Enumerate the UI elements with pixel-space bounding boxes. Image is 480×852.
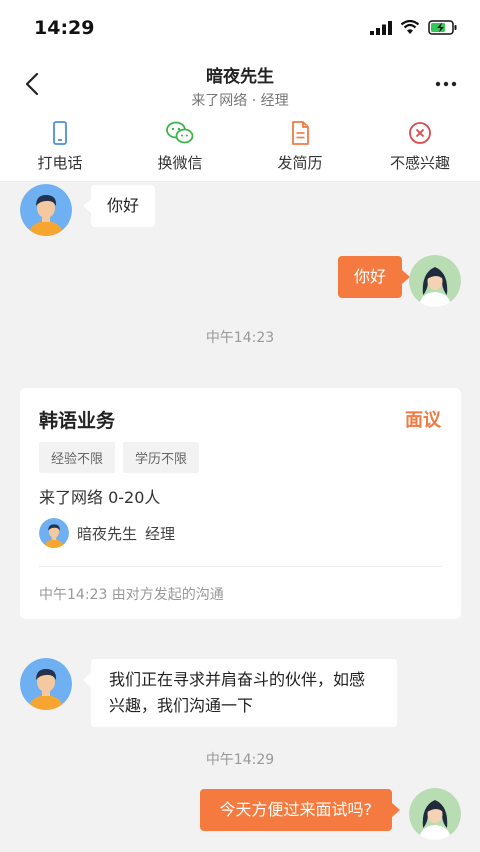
phone-icon: [53, 121, 67, 145]
send-resume-label: 发简历: [277, 154, 323, 172]
not-interested-icon: [409, 122, 431, 144]
contact-company-position: 来了网络 · 经理: [191, 93, 289, 109]
message-sent-1: 你好: [337, 256, 411, 298]
not-interested-button[interactable]: 不感兴趣: [360, 116, 480, 181]
tag-education: 学历不限: [123, 442, 200, 473]
status-time: 14:29: [34, 17, 95, 39]
wechat-icon: [166, 121, 194, 144]
female-avatar-icon: [409, 255, 461, 307]
resume-icon: [292, 121, 309, 145]
call-button[interactable]: 打电话: [0, 116, 120, 181]
timestamp-2: 中午14:29: [205, 752, 275, 768]
exchange-wechat-button[interactable]: 换微信: [120, 116, 240, 181]
chat-header: 暗夜先生 来了网络 · 经理: [0, 58, 480, 116]
male-avatar-icon: [20, 658, 72, 710]
quick-actions-bar: 打电话 换微信 发简历 不感兴趣: [0, 116, 480, 182]
recruiter-row: 暗夜先生 经理: [39, 518, 175, 548]
message-sent-2: 今天方便过来面试吗?: [199, 789, 400, 831]
contact-name: 暗夜先生: [206, 67, 274, 87]
my-avatar[interactable]: [409, 788, 461, 840]
message-received-1: 你好: [82, 185, 156, 227]
status-bar: 14:29: [0, 0, 480, 58]
not-interested-label: 不感兴趣: [389, 154, 450, 172]
my-avatar[interactable]: [409, 255, 461, 307]
recruiter-small-avatar: [39, 518, 69, 548]
job-card[interactable]: 韩语业务 面议 经验不限 学历不限 来了网络 0-20人 暗夜先生 经理 中午1…: [20, 388, 461, 619]
recruiter-name: 暗夜先生: [77, 524, 138, 543]
job-title: 韩语业务: [39, 410, 116, 432]
more-options-icon[interactable]: [434, 72, 458, 96]
male-avatar-icon: [20, 184, 72, 236]
tag-experience: 经验不限: [39, 442, 116, 473]
battery-charging-icon: [428, 20, 457, 35]
recruiter-avatar[interactable]: [20, 658, 72, 710]
job-salary: 面议: [405, 410, 441, 431]
timestamp-1: 中午14:23: [205, 330, 275, 346]
status-icons: [370, 20, 458, 35]
cellular-signal-icon: [370, 20, 392, 35]
card-divider: [39, 566, 442, 567]
exchange-wechat-label: 换微信: [157, 154, 203, 172]
job-tags: 经验不限 学历不限: [39, 442, 200, 473]
card-footer: 中午14:23 由对方发起的沟通: [39, 587, 224, 603]
message-received-2: 我们正在寻求并肩奋斗的伙伴，如感兴趣，我们沟通一下: [83, 659, 397, 727]
wifi-icon: [400, 20, 420, 34]
female-avatar-icon: [409, 788, 461, 840]
call-label: 打电话: [37, 154, 83, 172]
recruiter-avatar[interactable]: [20, 184, 72, 236]
recruiter-title: 经理: [145, 524, 176, 543]
company-info: 来了网络 0-20人: [39, 488, 161, 507]
send-resume-button[interactable]: 发简历: [240, 116, 360, 181]
male-avatar-icon: [39, 518, 69, 548]
